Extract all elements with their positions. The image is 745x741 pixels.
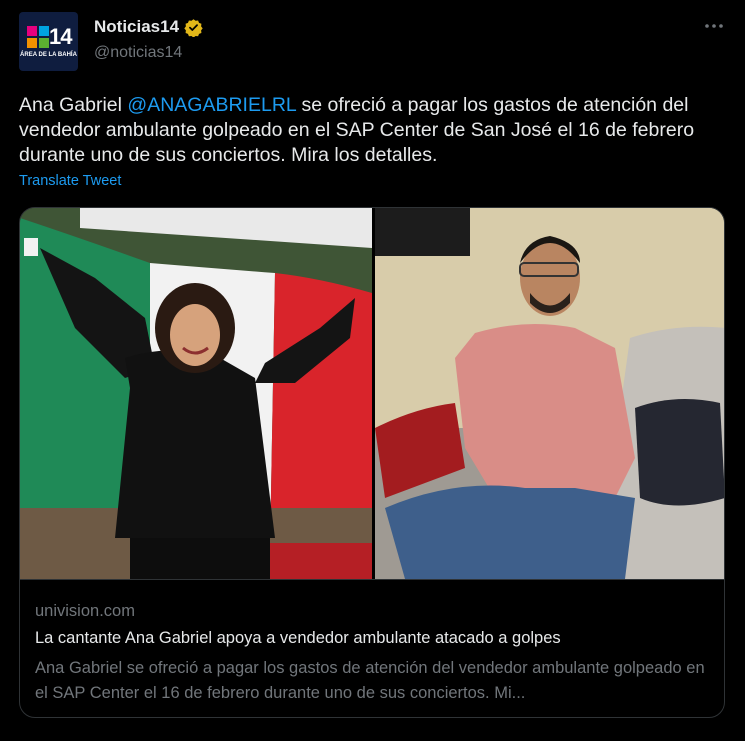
mention-link[interactable]: @ANAGABRIELRL — [127, 94, 296, 116]
card-title[interactable]: La cantante Ana Gabriel apoya a vendedor… — [35, 629, 715, 648]
seated-man-illustration — [375, 208, 724, 579]
account-name[interactable]: Noticias14 — [94, 17, 179, 37]
avatar[interactable]: 14 ÁREA DE LA BAHÍA — [19, 12, 78, 71]
avatar-subtitle: ÁREA DE LA BAHÍA — [20, 52, 77, 58]
tweet-text: Ana Gabriel @ANAGABRIELRL se ofreció a p… — [19, 93, 725, 168]
more-options-icon[interactable] — [704, 16, 724, 36]
card-image-vendor[interactable] — [375, 208, 724, 579]
avatar-number: 14 — [49, 24, 73, 49]
card-meta[interactable]: univision.com La cantante Ana Gabriel ap… — [20, 579, 724, 717]
tweet-text-before: Ana Gabriel — [19, 94, 128, 116]
card-domain[interactable]: univision.com — [35, 602, 135, 621]
link-card[interactable]: univision.com La cantante Ana Gabriel ap… — [19, 207, 725, 718]
translate-tweet-link[interactable]: Translate Tweet — [19, 173, 121, 189]
account-name-row[interactable]: Noticias14 — [94, 17, 203, 37]
verified-badge-icon[interactable] — [184, 18, 203, 37]
singer-with-flag-illustration — [20, 208, 372, 579]
account-handle[interactable]: @noticias14 — [94, 44, 182, 62]
card-image-singer[interactable] — [20, 208, 372, 579]
univision-logo-icon — [27, 26, 49, 48]
card-description: Ana Gabriel se ofreció a pagar los gasto… — [35, 659, 705, 702]
